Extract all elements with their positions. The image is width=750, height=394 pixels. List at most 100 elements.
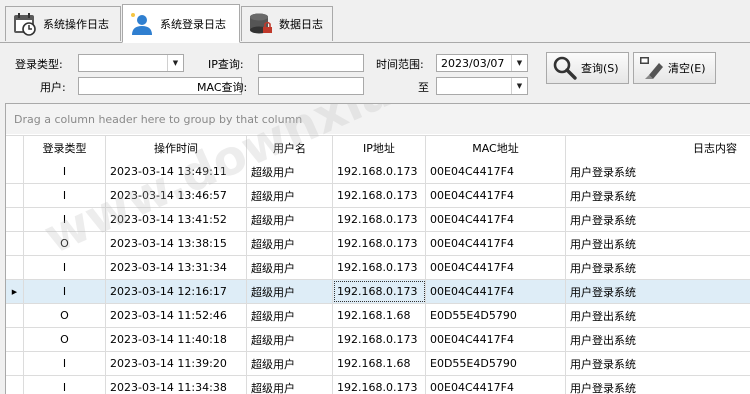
cell-log-content[interactable]: 用户登录系统 xyxy=(566,280,750,303)
cell-ip-address[interactable]: 192.168.0.173 xyxy=(333,160,426,183)
row-indicator[interactable] xyxy=(6,208,24,231)
cell-ip-address[interactable]: 192.168.0.173 xyxy=(333,184,426,207)
cell-ip-address[interactable]: 192.168.0.173 xyxy=(333,256,426,279)
cell-username[interactable]: 超级用户 xyxy=(247,328,333,351)
cell-log-content[interactable]: 用户登录系统 xyxy=(566,184,750,207)
cell-mac-address[interactable]: 00E04C4417F4 xyxy=(426,280,566,303)
cell-username[interactable]: 超级用户 xyxy=(247,304,333,327)
cell-username[interactable]: 超级用户 xyxy=(247,352,333,375)
cell-mac-address[interactable]: 00E04C4417F4 xyxy=(426,328,566,351)
cell-login-type[interactable]: I xyxy=(24,376,106,394)
table-row[interactable]: I 2023-03-14 13:49:11 超级用户 192.168.0.173 00E… xyxy=(6,160,750,184)
table-row[interactable]: I 2023-03-14 13:31:34 超级用户 192.168.0.173 00E… xyxy=(6,256,750,280)
cell-username[interactable]: 超级用户 xyxy=(247,256,333,279)
cell-username[interactable]: 超级用户 xyxy=(247,232,333,255)
cell-login-type[interactable]: I xyxy=(24,280,106,303)
query-button[interactable]: 查询(S) xyxy=(546,52,629,84)
row-indicator[interactable] xyxy=(6,184,24,207)
column-header-log-content[interactable]: 日志内容 xyxy=(566,136,750,160)
date-to-picker[interactable]: ▼ xyxy=(436,77,528,95)
clear-button[interactable]: 清空(E) xyxy=(633,52,716,84)
cell-username[interactable]: 超级用户 xyxy=(247,208,333,231)
table-row[interactable]: I 2023-03-14 11:34:38 超级用户 192.168.0.173 00E… xyxy=(6,376,750,394)
cell-mac-address[interactable]: 00E04C4417F4 xyxy=(426,160,566,183)
column-header-operation-time[interactable]: 操作时间 xyxy=(106,136,247,160)
cell-mac-address[interactable]: E0D55E4D5790 xyxy=(426,352,566,375)
cell-mac-address[interactable]: 00E04C4417F4 xyxy=(426,376,566,394)
cell-username[interactable]: 超级用户 xyxy=(247,160,333,183)
cell-log-content[interactable]: 用户登录系统 xyxy=(566,376,750,394)
cell-login-type[interactable]: O xyxy=(24,304,106,327)
cell-operation-time[interactable]: 2023-03-14 11:39:20 xyxy=(106,352,247,375)
cell-username[interactable]: 超级用户 xyxy=(247,376,333,394)
group-by-panel[interactable]: Drag a column header here to group by th… xyxy=(6,104,750,134)
cell-ip-address[interactable]: 192.168.0.173 xyxy=(333,328,426,351)
cell-operation-time[interactable]: 2023-03-14 13:41:52 xyxy=(106,208,247,231)
cell-ip-address[interactable]: 192.168.0.173 xyxy=(333,280,426,303)
cell-login-type[interactable]: I xyxy=(24,352,106,375)
row-indicator[interactable]: ▶ xyxy=(6,280,24,303)
cell-operation-time[interactable]: 2023-03-14 11:52:46 xyxy=(106,304,247,327)
cell-login-type[interactable]: O xyxy=(24,232,106,255)
cell-operation-time[interactable]: 2023-03-14 13:31:34 xyxy=(106,256,247,279)
table-row[interactable]: O 2023-03-14 13:38:15 超级用户 192.168.0.173 00E… xyxy=(6,232,750,256)
table-row[interactable]: O 2023-03-14 11:52:46 超级用户 192.168.1.68 E0D5… xyxy=(6,304,750,328)
table-row[interactable]: I 2023-03-14 13:41:52 超级用户 192.168.0.173 00E… xyxy=(6,208,750,232)
cell-log-content[interactable]: 用户登出系统 xyxy=(566,328,750,351)
table-row[interactable]: ▶ I 2023-03-14 12:16:17 超级用户 192.168.0.173 00… xyxy=(6,280,750,304)
cell-operation-time[interactable]: 2023-03-14 11:40:18 xyxy=(106,328,247,351)
date-from-picker[interactable]: 2023/03/07 ▼ xyxy=(436,54,528,72)
chevron-down-icon[interactable]: ▼ xyxy=(511,55,527,71)
cell-username[interactable]: 超级用户 xyxy=(247,280,333,303)
row-indicator[interactable] xyxy=(6,376,24,394)
row-indicator[interactable] xyxy=(6,232,24,255)
table-row[interactable]: O 2023-03-14 11:40:18 超级用户 192.168.0.173 00E… xyxy=(6,328,750,352)
cell-mac-address[interactable]: 00E04C4417F4 xyxy=(426,208,566,231)
cell-ip-address[interactable]: 192.168.0.173 xyxy=(333,376,426,394)
cell-mac-address[interactable]: 00E04C4417F4 xyxy=(426,184,566,207)
cell-operation-time[interactable]: 2023-03-14 12:16:17 xyxy=(106,280,247,303)
cell-operation-time[interactable]: 2023-03-14 13:49:11 xyxy=(106,160,247,183)
cell-operation-time[interactable]: 2023-03-14 13:38:15 xyxy=(106,232,247,255)
cell-operation-time[interactable]: 2023-03-14 13:46:57 xyxy=(106,184,247,207)
row-indicator[interactable] xyxy=(6,304,24,327)
cell-ip-address[interactable]: 192.168.0.173 xyxy=(333,232,426,255)
column-header-mac-address[interactable]: MAC地址 xyxy=(426,136,566,160)
cell-username[interactable]: 超级用户 xyxy=(247,184,333,207)
row-indicator[interactable] xyxy=(6,256,24,279)
table-row[interactable]: I 2023-03-14 11:39:20 超级用户 192.168.1.68 E0D5… xyxy=(6,352,750,376)
cell-log-content[interactable]: 用户登录系统 xyxy=(566,256,750,279)
chevron-down-icon[interactable]: ▼ xyxy=(511,78,527,94)
tab-data-log[interactable]: 数据日志 xyxy=(241,6,333,41)
cell-login-type[interactable]: I xyxy=(24,184,106,207)
cell-login-type[interactable]: I xyxy=(24,256,106,279)
cell-mac-address[interactable]: 00E04C4417F4 xyxy=(426,232,566,255)
cell-login-type[interactable]: I xyxy=(24,160,106,183)
cell-ip-address[interactable]: 192.168.0.173 xyxy=(333,208,426,231)
cell-log-content[interactable]: 用户登录系统 xyxy=(566,208,750,231)
cell-ip-address[interactable]: 192.168.1.68 xyxy=(333,352,426,375)
cell-operation-time[interactable]: 2023-03-14 11:34:38 xyxy=(106,376,247,394)
ip-query-field[interactable] xyxy=(258,54,364,72)
column-header-username[interactable]: 用户名 xyxy=(247,136,333,160)
tab-system-operation-log[interactable]: 系统操作日志 xyxy=(5,6,121,41)
cell-log-content[interactable]: 用户登出系统 xyxy=(566,304,750,327)
row-indicator[interactable] xyxy=(6,328,24,351)
column-header-ip-address[interactable]: IP地址 xyxy=(333,136,426,160)
row-indicator[interactable] xyxy=(6,160,24,183)
table-row[interactable]: I 2023-03-14 13:46:57 超级用户 192.168.0.173 00E… xyxy=(6,184,750,208)
cell-login-type[interactable]: O xyxy=(24,328,106,351)
cell-login-type[interactable]: I xyxy=(24,208,106,231)
login-type-select[interactable]: ▼ xyxy=(78,54,184,72)
cell-log-content[interactable]: 用户登录系统 xyxy=(566,160,750,183)
row-indicator[interactable] xyxy=(6,352,24,375)
tab-system-login-log[interactable]: 系统登录日志 xyxy=(122,4,240,43)
cell-ip-address[interactable]: 192.168.1.68 xyxy=(333,304,426,327)
cell-log-content[interactable]: 用户登出系统 xyxy=(566,232,750,255)
cell-mac-address[interactable]: 00E04C4417F4 xyxy=(426,256,566,279)
mac-query-field[interactable] xyxy=(258,77,364,95)
chevron-down-icon[interactable]: ▼ xyxy=(167,55,183,71)
column-header-login-type[interactable]: 登录类型 xyxy=(24,136,106,160)
cell-log-content[interactable]: 用户登录系统 xyxy=(566,352,750,375)
cell-mac-address[interactable]: E0D55E4D5790 xyxy=(426,304,566,327)
